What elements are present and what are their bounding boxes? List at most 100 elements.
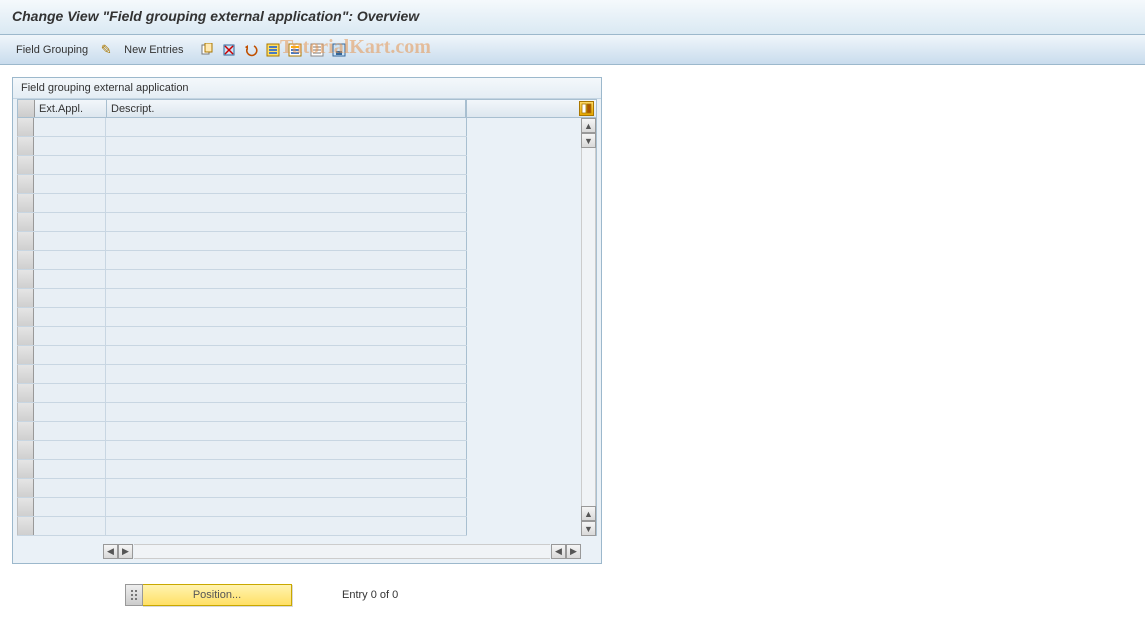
row-selector[interactable]: [17, 308, 34, 326]
row-selector[interactable]: [17, 118, 34, 136]
cell-descript[interactable]: [106, 194, 467, 212]
undo-icon[interactable]: [242, 41, 260, 59]
cell-descript[interactable]: [106, 479, 467, 497]
column-header-ext-appl[interactable]: Ext.Appl.: [35, 100, 107, 117]
position-button[interactable]: Position...: [142, 584, 292, 606]
cell-ext-appl[interactable]: [34, 308, 106, 326]
cell-descript[interactable]: [106, 175, 467, 193]
scroll-down2-icon[interactable]: ▼: [581, 521, 596, 536]
cell-descript[interactable]: [106, 327, 467, 345]
scroll-up-icon[interactable]: ▲: [581, 118, 596, 133]
cell-ext-appl[interactable]: [34, 346, 106, 364]
cell-descript[interactable]: [106, 270, 467, 288]
cell-ext-appl[interactable]: [34, 289, 106, 307]
row-selector[interactable]: [17, 365, 34, 383]
column-header-descript[interactable]: Descript.: [107, 100, 466, 117]
cell-descript[interactable]: [106, 251, 467, 269]
cell-descript[interactable]: [106, 403, 467, 421]
panel-title: Field grouping external application: [13, 78, 601, 99]
cell-descript[interactable]: [106, 365, 467, 383]
cell-descript[interactable]: [106, 346, 467, 364]
deselect-all-icon[interactable]: [308, 41, 326, 59]
cell-descript[interactable]: [106, 137, 467, 155]
cell-descript[interactable]: [106, 384, 467, 402]
vertical-scrollbar: ▲ ▼ ▲ ▼: [467, 118, 597, 536]
cell-descript[interactable]: [106, 308, 467, 326]
toggle-change-icon[interactable]: [97, 41, 115, 59]
cell-ext-appl[interactable]: [34, 517, 106, 535]
scroll-track[interactable]: [581, 148, 596, 506]
cell-descript[interactable]: [106, 213, 467, 231]
row-selector[interactable]: [17, 289, 34, 307]
cell-ext-appl[interactable]: [34, 479, 106, 497]
row-selector[interactable]: [17, 270, 34, 288]
grid: Ext.Appl. Descript.: [17, 99, 467, 536]
table-row: [17, 213, 467, 232]
scroll-down-icon[interactable]: ▼: [581, 133, 596, 148]
row-selector[interactable]: [17, 498, 34, 516]
row-selector[interactable]: [17, 213, 34, 231]
cell-ext-appl[interactable]: [34, 403, 106, 421]
save-variant-icon[interactable]: [330, 41, 348, 59]
cell-descript[interactable]: [106, 289, 467, 307]
copy-icon[interactable]: [198, 41, 216, 59]
cell-descript[interactable]: [106, 460, 467, 478]
table-row: [17, 346, 467, 365]
cell-ext-appl[interactable]: [34, 365, 106, 383]
row-select-header[interactable]: [18, 100, 35, 117]
row-selector[interactable]: [17, 384, 34, 402]
cell-ext-appl[interactable]: [34, 327, 106, 345]
cell-ext-appl[interactable]: [34, 175, 106, 193]
row-selector[interactable]: [17, 441, 34, 459]
hscroll-track[interactable]: [134, 544, 550, 559]
cell-ext-appl[interactable]: [34, 156, 106, 174]
delete-icon[interactable]: [220, 41, 238, 59]
cell-ext-appl[interactable]: [34, 422, 106, 440]
row-selector[interactable]: [17, 175, 34, 193]
cell-ext-appl[interactable]: [34, 460, 106, 478]
cell-descript[interactable]: [106, 232, 467, 250]
scroll-up2-icon[interactable]: ▲: [581, 506, 596, 521]
row-selector[interactable]: [17, 403, 34, 421]
cell-ext-appl[interactable]: [34, 251, 106, 269]
scroll-left2-icon[interactable]: ◀: [551, 544, 566, 559]
cell-descript[interactable]: [106, 118, 467, 136]
row-selector[interactable]: [17, 460, 34, 478]
cell-descript[interactable]: [106, 156, 467, 174]
page-title: Change View "Field grouping external app…: [12, 8, 1133, 24]
cell-ext-appl[interactable]: [34, 498, 106, 516]
select-block-icon[interactable]: [286, 41, 304, 59]
row-selector[interactable]: [17, 517, 34, 535]
cell-descript[interactable]: [106, 441, 467, 459]
cell-ext-appl[interactable]: [34, 384, 106, 402]
cell-descript[interactable]: [106, 422, 467, 440]
cell-ext-appl[interactable]: [34, 118, 106, 136]
table-row: [17, 137, 467, 156]
row-selector[interactable]: [17, 232, 34, 250]
cell-ext-appl[interactable]: [34, 194, 106, 212]
select-all-icon[interactable]: [264, 41, 282, 59]
cell-descript[interactable]: [106, 498, 467, 516]
cell-descript[interactable]: [106, 517, 467, 535]
configure-columns[interactable]: [467, 99, 597, 118]
scroll-left-icon[interactable]: ◀: [103, 544, 118, 559]
field-grouping-button[interactable]: Field Grouping: [10, 42, 94, 58]
row-selector[interactable]: [17, 137, 34, 155]
cell-ext-appl[interactable]: [34, 213, 106, 231]
row-selector[interactable]: [17, 327, 34, 345]
row-selector[interactable]: [17, 479, 34, 497]
grid-header-row: Ext.Appl. Descript.: [17, 99, 467, 118]
cell-ext-appl[interactable]: [34, 137, 106, 155]
row-selector[interactable]: [17, 346, 34, 364]
new-entries-button[interactable]: New Entries: [118, 42, 189, 58]
row-selector[interactable]: [17, 251, 34, 269]
table-row: [17, 403, 467, 422]
scroll-right2-icon[interactable]: ▶: [566, 544, 581, 559]
row-selector[interactable]: [17, 194, 34, 212]
cell-ext-appl[interactable]: [34, 232, 106, 250]
cell-ext-appl[interactable]: [34, 441, 106, 459]
row-selector[interactable]: [17, 156, 34, 174]
cell-ext-appl[interactable]: [34, 270, 106, 288]
row-selector[interactable]: [17, 422, 34, 440]
scroll-right-icon[interactable]: ▶: [118, 544, 133, 559]
